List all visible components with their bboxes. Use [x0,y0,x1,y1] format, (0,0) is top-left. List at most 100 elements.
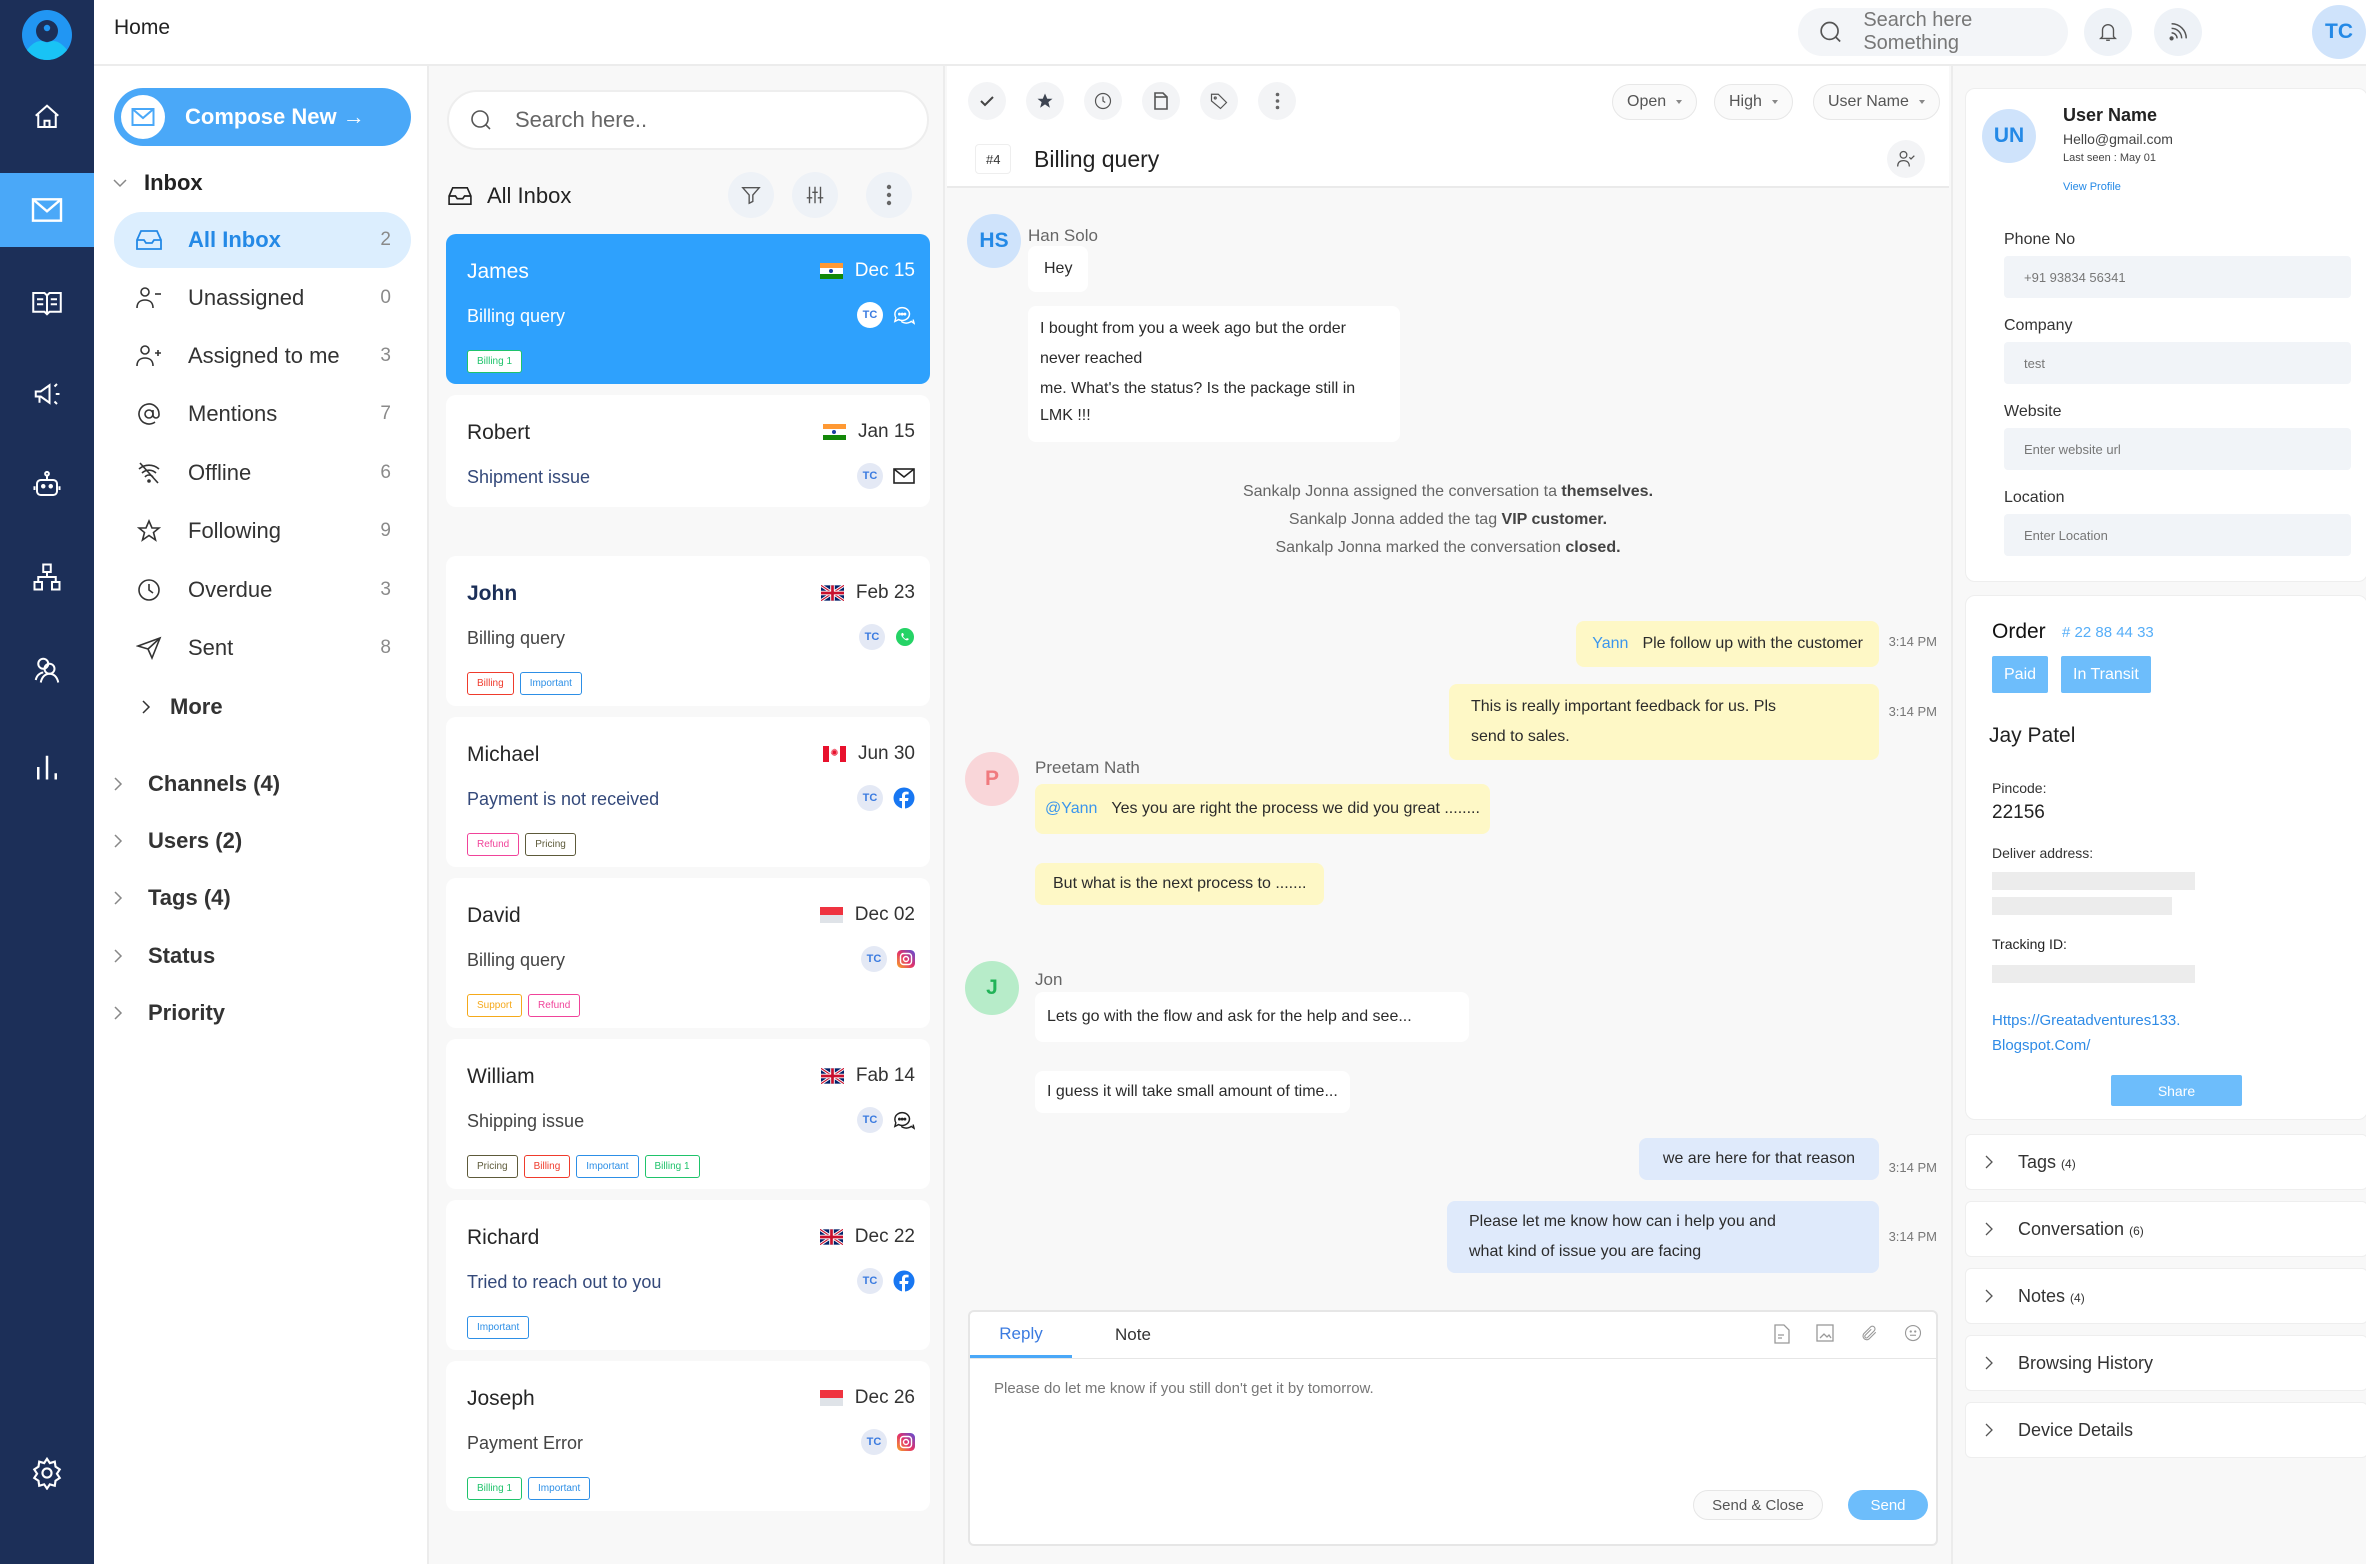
nav-item-assigned-to-me[interactable]: Assigned to me 3 [114,328,411,384]
nav-item-mentions[interactable]: Mentions 7 [114,386,411,442]
conversation-card-william[interactable]: William Fab 14 Shipping issue TC Pricing Bill… [446,1039,930,1189]
tag-badge[interactable]: Important [576,1155,639,1178]
rail-bots[interactable] [0,448,94,522]
tag-badge[interactable]: Billing 1 [644,1155,700,1178]
accordion-notes[interactable]: Notes (4) [1965,1268,2366,1324]
app-logo[interactable] [22,10,72,60]
send-button[interactable]: Send [1848,1490,1928,1520]
archive-button[interactable] [1142,82,1180,120]
field-label: Company [2004,317,2073,334]
conversation-subject: Billing query [467,628,566,648]
send-and-close-button[interactable]: Send & Close [1693,1490,1823,1520]
more-actions-button[interactable] [1258,82,1296,120]
tag-badge[interactable]: Important [528,1477,591,1500]
emoji-icon[interactable] [1904,1324,1922,1342]
broadcast-button[interactable] [2154,8,2202,56]
mention[interactable]: Yann [1592,635,1628,652]
location-field[interactable]: Enter Location [2004,514,2351,556]
nav-more-toggle[interactable]: More [140,694,223,720]
tag-badge[interactable]: Important [467,1316,530,1339]
accordion-tags[interactable]: Tags (4) [1965,1134,2366,1190]
image-icon[interactable] [1816,1324,1834,1342]
document-icon[interactable] [1774,1324,1790,1344]
reply-input[interactable]: Please do let me know if you still don't… [994,1380,1374,1397]
rail-campaigns[interactable] [0,357,94,431]
nav-item-offline[interactable]: Offline 6 [114,445,411,501]
conversation-card-robert[interactable]: Robert Jan 15 Shipment issue TC [446,395,930,507]
assignee-dropdown[interactable]: User Name [1813,84,1940,120]
ticket-number: #4 [975,144,1012,174]
resolve-button[interactable] [968,82,1006,120]
global-search-input[interactable]: Search here Something [1798,8,2068,56]
rail-home[interactable] [0,80,94,154]
rail-inbox[interactable] [0,173,94,247]
view-profile-link[interactable]: View Profile [2063,181,2121,193]
conversation-card-michael[interactable]: Michael ✺ Jun 30 Payment is not received TC R… [446,717,930,867]
company-field[interactable]: test [2004,342,2351,384]
star-button[interactable] [1026,82,1064,120]
nav-group-tags[interactable]: Tags (4) [112,885,231,911]
tab-note[interactable]: Note [1115,1312,1151,1358]
tag-badge[interactable]: Billing [523,1155,571,1178]
list-search-input[interactable]: Search here.. [447,90,929,150]
phone-field[interactable]: +91 93834 56341 [2004,256,2351,298]
conversation-subject: Billing query [467,950,566,970]
nav-item-sent[interactable]: Sent 8 [114,620,411,676]
rail-analytics[interactable] [0,730,94,804]
system-event-emphasis: closed. [1565,539,1621,556]
tab-reply[interactable]: Reply [970,1312,1072,1358]
more-options-button[interactable] [866,172,912,218]
contact-name: James [467,260,529,283]
conversation-card-richard[interactable]: Richard Dec 22 Tried to reach out to you TC… [446,1200,930,1350]
tag-badge[interactable]: Important [519,672,582,695]
nav-group-priority[interactable]: Priority [112,1000,225,1026]
filter-button[interactable] [728,172,774,218]
nav-item-following[interactable]: Following 9 [114,503,411,559]
rail-contacts[interactable] [0,633,94,707]
conversation-card-joseph[interactable]: Joseph Dec 26 Payment Error TC Billing 1 Impo… [446,1361,930,1511]
status-dropdown[interactable]: Open [1612,84,1698,120]
inbox-section-toggle[interactable]: Inbox [112,170,203,196]
sort-options-button[interactable] [792,172,838,218]
bot-icon [33,470,61,496]
accordion-device-details[interactable]: Device Details [1965,1402,2366,1458]
conversation-card-james[interactable]: James Dec 15 Billing query TC Billing 1 [446,234,930,384]
rail-settings[interactable] [0,1436,94,1510]
snooze-button[interactable] [1084,82,1122,120]
compose-new-button[interactable]: Compose New → [114,88,411,146]
tag-badge[interactable]: Refund [528,994,581,1017]
assignee-value: User Name [1828,93,1909,110]
rail-knowledge[interactable] [0,266,94,340]
tag-badge[interactable]: Support [467,994,523,1017]
tag-badge[interactable]: Pricing [525,833,576,856]
accordion-browsing-history[interactable]: Browsing History [1965,1335,2366,1391]
avatar-preetam: P [965,752,1019,806]
conversation-card-david[interactable]: David Dec 02 Billing query TC Support Refund [446,878,930,1028]
tag-button[interactable] [1200,82,1238,120]
tag-badge[interactable]: Refund [467,833,520,856]
share-button[interactable]: Share [2111,1075,2242,1106]
nav-item-all-inbox[interactable]: All Inbox 2 [114,212,411,268]
attachment-icon[interactable] [1860,1324,1878,1342]
accordion-conversation[interactable]: Conversation (6) [1965,1201,2366,1257]
tracking-link[interactable]: Https://Greatadventures133. Blogspot.Com… [1992,1008,2180,1058]
notifications-button[interactable] [2084,8,2132,56]
website-field[interactable]: Enter website url [2004,428,2351,470]
mention[interactable]: @Yann [1045,800,1097,817]
tag-badge[interactable]: Billing [467,672,514,695]
nav-item-overdue[interactable]: Overdue 3 [114,562,411,618]
tag-badge[interactable]: Billing 1 [467,350,523,373]
priority-dropdown[interactable]: High [1714,84,1793,120]
rail-workflows[interactable] [0,540,94,614]
assign-user-button[interactable] [1887,140,1925,178]
conversation-card-john[interactable]: John Feb 23 Billing query TC Billing Importan… [446,556,930,706]
nav-group-users[interactable]: Users (2) [112,828,242,854]
tag-badge[interactable]: Billing 1 [467,1477,523,1500]
tag-badge[interactable]: Pricing [467,1155,518,1178]
tracking-link-line: Https://Greatadventures133. [1992,1012,2181,1029]
nav-group-channels[interactable]: Channels (4) [112,771,280,797]
nav-item-unassigned[interactable]: Unassigned 0 [114,270,411,326]
analytics-icon [37,755,57,780]
user-avatar[interactable]: TC [2312,5,2366,59]
nav-group-status[interactable]: Status [112,943,215,969]
